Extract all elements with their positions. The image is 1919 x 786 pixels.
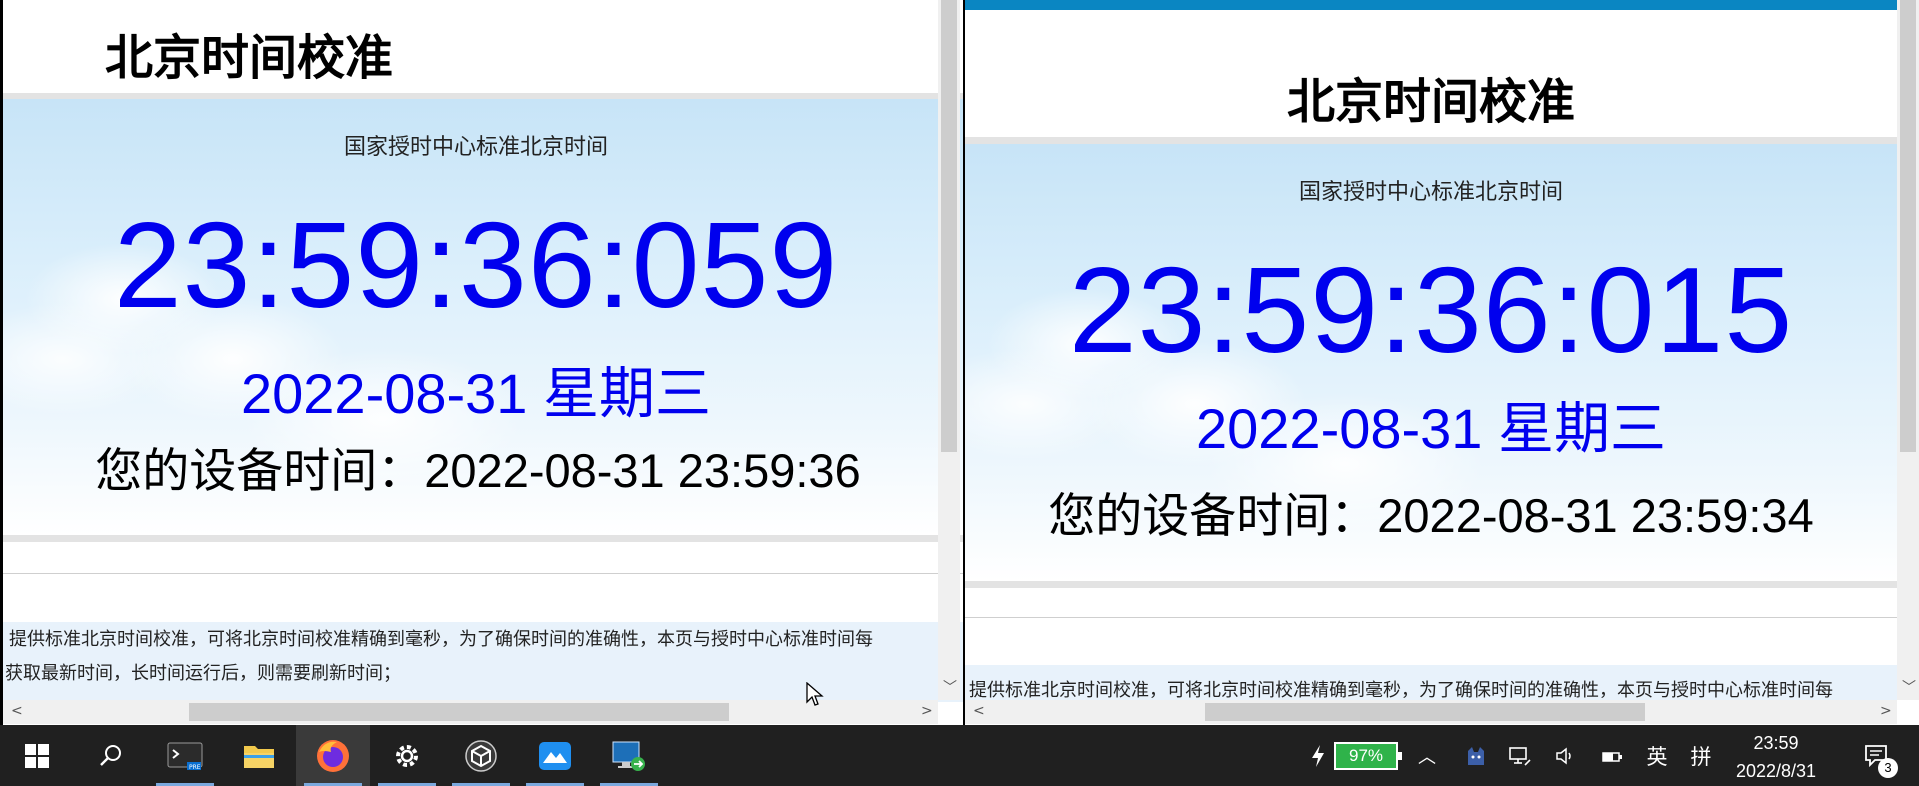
taskbar-file-explorer[interactable] xyxy=(222,725,296,786)
taskbar-remote-desktop[interactable] xyxy=(592,725,666,786)
battery-icon: 97% xyxy=(1334,741,1402,770)
device-time: 您的设备时间：2022-08-31 23:59:36 xyxy=(95,444,861,497)
content-rule xyxy=(3,573,963,574)
charging-bolt-icon xyxy=(1308,725,1328,786)
start-button[interactable] xyxy=(0,725,74,786)
scroll-left-icon[interactable]: < xyxy=(973,704,985,718)
svg-text:PRE: PRE xyxy=(189,764,201,771)
clock-divider xyxy=(3,535,963,542)
ime-language-toggle[interactable]: 英 xyxy=(1640,725,1674,786)
firefox-icon xyxy=(317,739,349,772)
notification-badge: 3 xyxy=(1878,758,1898,778)
content-rule xyxy=(965,617,1897,618)
scrollbar-thumb[interactable] xyxy=(1205,703,1645,721)
battery-indicator[interactable]: 97% xyxy=(1330,725,1402,786)
tray-app-cat-icon[interactable] xyxy=(1460,725,1492,786)
description-block: 提供标准北京时间校准，可将北京时间校准精确到毫秒，为了确保时间的准确性，本页与授… xyxy=(965,665,1897,700)
scroll-down-icon[interactable]: ﹀ xyxy=(943,681,957,695)
battery-percent: 97% xyxy=(1348,745,1384,765)
page-title: 北京时间校准 xyxy=(105,30,394,86)
device-time: 您的设备时间：2022-08-31 23:59:34 xyxy=(1048,489,1814,542)
vertical-scrollbar[interactable]: ﹀ xyxy=(1897,0,1919,700)
description-line: 提供标准北京时间校准，可将北京时间校准精确到毫秒，为了确保时间的准确性，本页与授… xyxy=(969,680,1833,700)
search-icon xyxy=(100,744,121,766)
vertical-scrollbar[interactable]: ﹀ xyxy=(938,0,960,700)
scroll-left-icon[interactable]: < xyxy=(11,704,23,718)
unity-hub-icon xyxy=(465,739,497,772)
remote-desktop-icon xyxy=(612,741,645,771)
page-header: 北京时间校准 xyxy=(965,10,1919,137)
windows-taskbar: PRE 97% ︿ 英 拼 23:59 2022/8/31 3 xyxy=(0,725,1919,786)
scroll-right-icon[interactable]: > xyxy=(921,704,933,718)
terminal-preview-icon: PRE xyxy=(167,742,203,771)
standard-time: 23:59:36:059 xyxy=(113,197,839,333)
page-title: 北京时间校准 xyxy=(1286,74,1575,130)
standard-date: 2022-08-31 星期三 xyxy=(240,362,711,425)
ime-mode-toggle[interactable]: 拼 xyxy=(1684,725,1718,786)
taskbar-terminal-preview[interactable]: PRE xyxy=(148,725,222,786)
show-hidden-icons-chevron-up-icon[interactable]: ︿ xyxy=(1410,725,1444,786)
action-center-button[interactable]: 3 xyxy=(1852,725,1902,786)
file-explorer-icon xyxy=(244,745,274,768)
scrollbar-thumb[interactable] xyxy=(941,0,957,452)
taskbar-mountain-app[interactable] xyxy=(518,725,592,786)
description-line: 获取最新时间，长时间运行后，则需要刷新时间； xyxy=(5,663,401,684)
volume-icon[interactable] xyxy=(1550,725,1582,786)
settings-gear-icon xyxy=(396,744,418,767)
scroll-down-icon[interactable]: ﹀ xyxy=(1902,681,1916,695)
horizontal-scrollbar[interactable]: < > xyxy=(3,700,938,724)
mountain-app-icon xyxy=(539,741,571,770)
network-icon[interactable] xyxy=(1504,725,1536,786)
taskbar-firefox[interactable] xyxy=(296,725,370,786)
clock-panel: 国家授时中心标准北京时间 23:59:36:015 2022-08-31 星期三… xyxy=(965,144,1897,581)
taskbar-clock[interactable]: 23:59 2022/8/31 xyxy=(1728,725,1824,786)
clock-divider xyxy=(965,581,1897,588)
mouse-cursor-icon xyxy=(806,682,824,706)
clock-panel: 国家授时中心标准北京时间 23:59:36:059 2022-08-31 星期三… xyxy=(3,99,963,535)
header-divider xyxy=(965,137,1919,144)
horizontal-scrollbar[interactable]: < > xyxy=(965,700,1897,724)
windows-start-icon xyxy=(25,743,49,768)
accent-bar xyxy=(965,0,1919,10)
description-line: 提供标准北京时间校准，可将北京时间校准精确到毫秒，为了确保时间的准确性，本页与授… xyxy=(9,629,873,650)
clock-subtitle: 国家授时中心标准北京时间 xyxy=(1298,180,1563,205)
clock-subtitle: 国家授时中心标准北京时间 xyxy=(343,135,608,160)
left-browser-window: 北京时间校准 国家授时中心标准北京时间 23:59:36:059 2022-08… xyxy=(0,0,963,725)
clock-time: 23:59 xyxy=(1753,733,1799,753)
taskbar-unity-hub[interactable] xyxy=(444,725,518,786)
power-plug-icon[interactable] xyxy=(1596,725,1628,786)
standard-date: 2022-08-31 星期三 xyxy=(1195,397,1666,460)
scrollbar-thumb[interactable] xyxy=(189,703,729,721)
page-header: 北京时间校准 xyxy=(3,0,963,93)
scrollbar-thumb[interactable] xyxy=(1900,0,1916,452)
clock-date: 2022/8/31 xyxy=(1735,761,1817,781)
standard-time: 23:59:36:015 xyxy=(1068,242,1794,378)
right-browser-window: 北京时间校准 国家授时中心标准北京时间 23:59:36:015 2022-08… xyxy=(963,0,1919,725)
scroll-right-icon[interactable]: > xyxy=(1880,704,1892,718)
taskbar-settings[interactable] xyxy=(370,725,444,786)
search-button[interactable] xyxy=(74,725,148,786)
